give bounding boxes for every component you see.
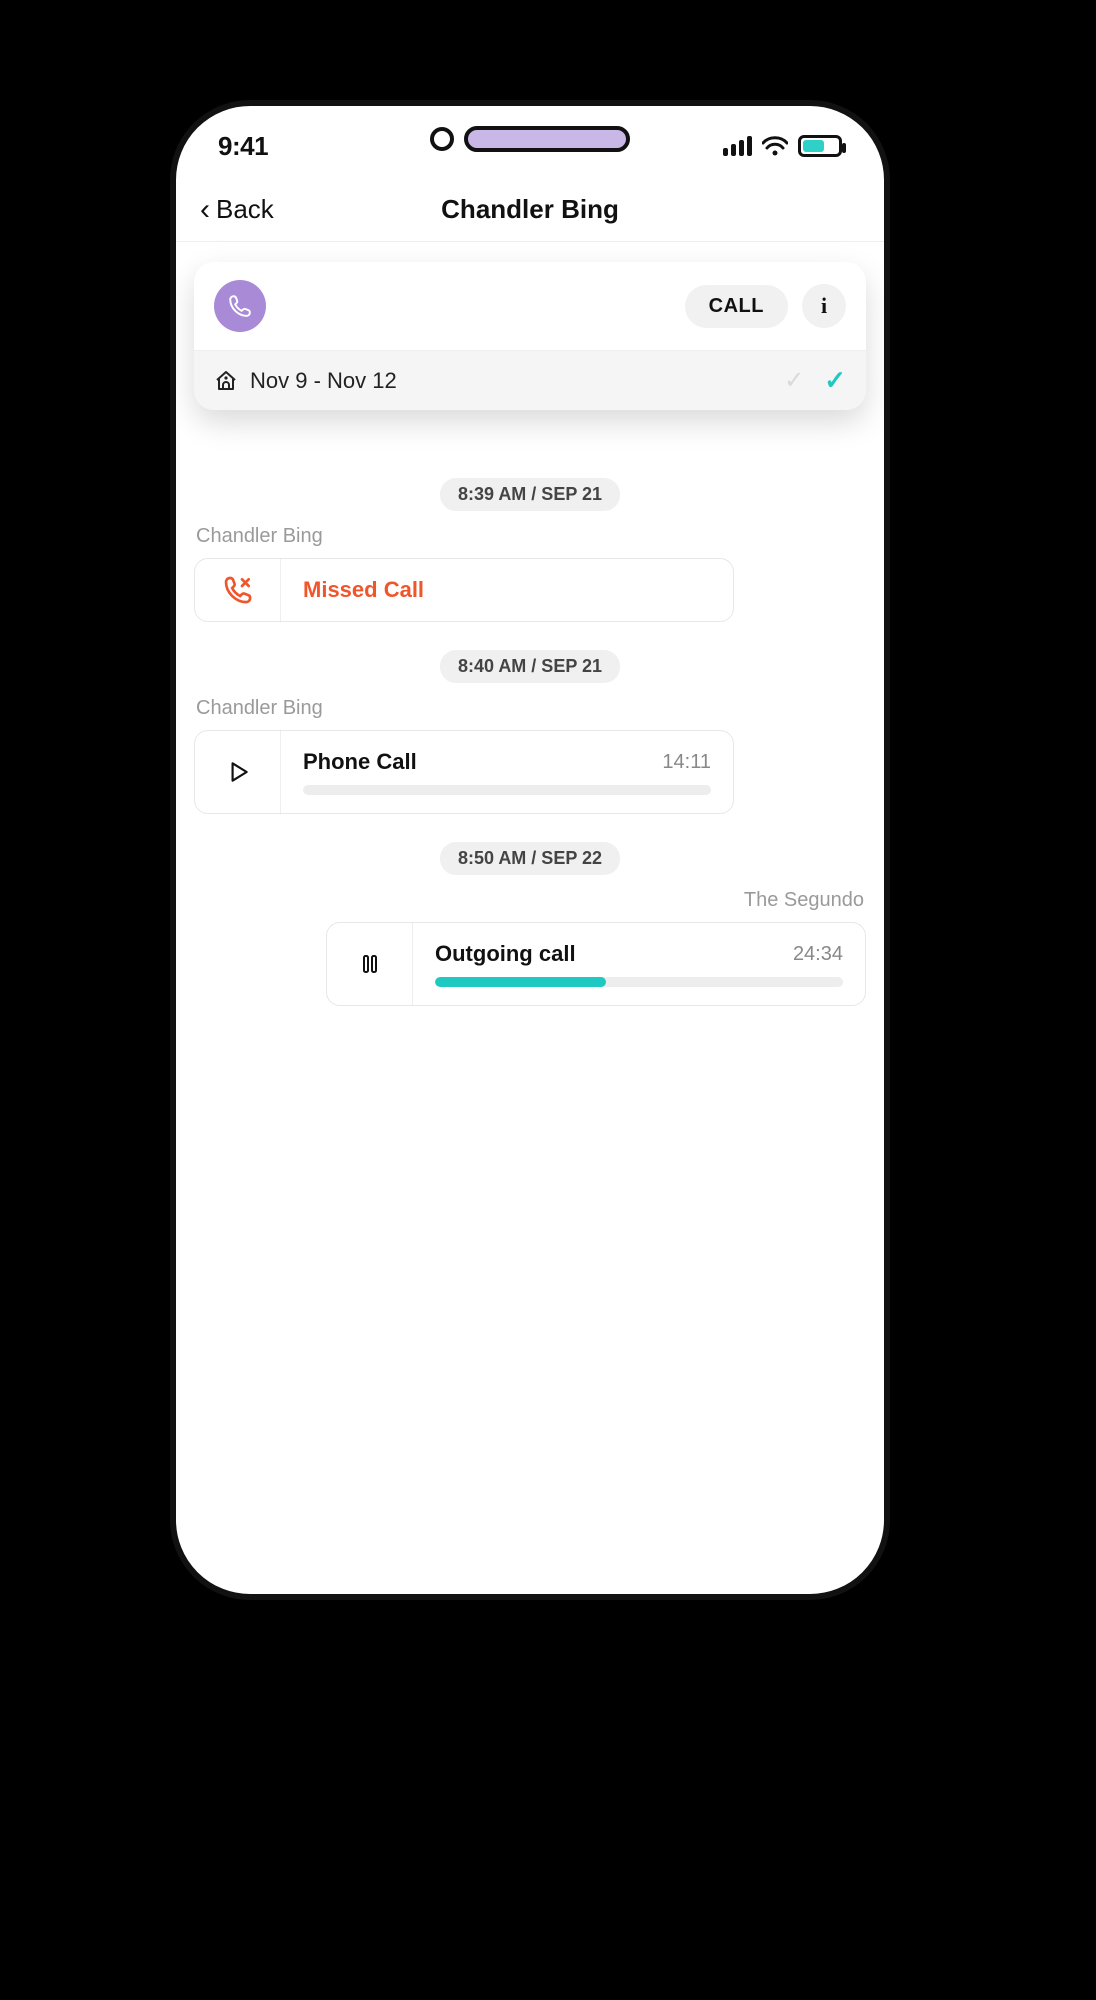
back-button[interactable]: ‹ Back	[200, 194, 274, 225]
house-icon	[214, 369, 238, 393]
stay-dates-text: Nov 9 - Nov 12	[250, 368, 397, 394]
timestamp-pill: 8:39 AM / SEP 21	[440, 478, 620, 511]
progress-fill	[435, 977, 606, 987]
sender-label: The Segundo	[194, 889, 864, 912]
timestamp-pill: 8:40 AM / SEP 21	[440, 650, 620, 683]
island-dot-icon	[430, 127, 454, 151]
status-time: 9:41	[218, 131, 268, 162]
call-timeline: 8:39 AM / SEP 21 Chandler Bing Missed Ca…	[176, 410, 884, 1006]
status-bar: 9:41	[176, 114, 884, 178]
call-title: Phone Call	[303, 749, 417, 775]
wifi-icon	[762, 136, 788, 156]
cellular-signal-icon	[723, 136, 752, 156]
play-button[interactable]	[195, 731, 281, 813]
call-duration: 24:34	[793, 943, 843, 966]
call-duration: 14:11	[662, 751, 711, 774]
play-icon	[225, 759, 251, 785]
back-label: Back	[216, 194, 274, 225]
sender-label: Chandler Bing	[196, 525, 866, 548]
call-button[interactable]: CALL	[685, 285, 788, 328]
battery-icon	[798, 135, 842, 157]
missed-call-card[interactable]: Missed Call	[194, 558, 734, 622]
page-title: Chandler Bing	[176, 194, 884, 225]
phone-frame: 9:41	[170, 100, 890, 1600]
info-button[interactable]: i	[802, 284, 846, 328]
pause-button[interactable]	[327, 923, 413, 1005]
chevron-left-icon: ‹	[200, 195, 210, 225]
missed-call-icon	[195, 559, 281, 621]
playback-progress[interactable]	[435, 977, 843, 987]
island-pill-icon	[464, 126, 630, 152]
stay-dates-row[interactable]: Nov 9 - Nov 12 ✓ ✓	[194, 350, 866, 410]
playback-progress[interactable]	[303, 785, 711, 795]
contact-avatar[interactable]	[214, 280, 266, 332]
call-title: Missed Call	[303, 577, 424, 603]
phone-call-card[interactable]: Phone Call 14:11	[194, 730, 734, 814]
pause-icon	[358, 952, 382, 976]
nav-bar: ‹ Back Chandler Bing	[176, 178, 884, 242]
call-title: Outgoing call	[435, 941, 576, 967]
check-teal-icon: ✓	[824, 365, 846, 396]
outgoing-call-card[interactable]: Outgoing call 24:34	[326, 922, 866, 1006]
check-grey-icon: ✓	[784, 366, 804, 395]
sender-label: Chandler Bing	[196, 697, 866, 720]
phone-icon	[227, 293, 253, 319]
contact-card: CALL i Nov 9 - Nov 12	[194, 262, 866, 410]
dynamic-island	[430, 124, 630, 154]
timestamp-pill: 8:50 AM / SEP 22	[440, 842, 620, 875]
